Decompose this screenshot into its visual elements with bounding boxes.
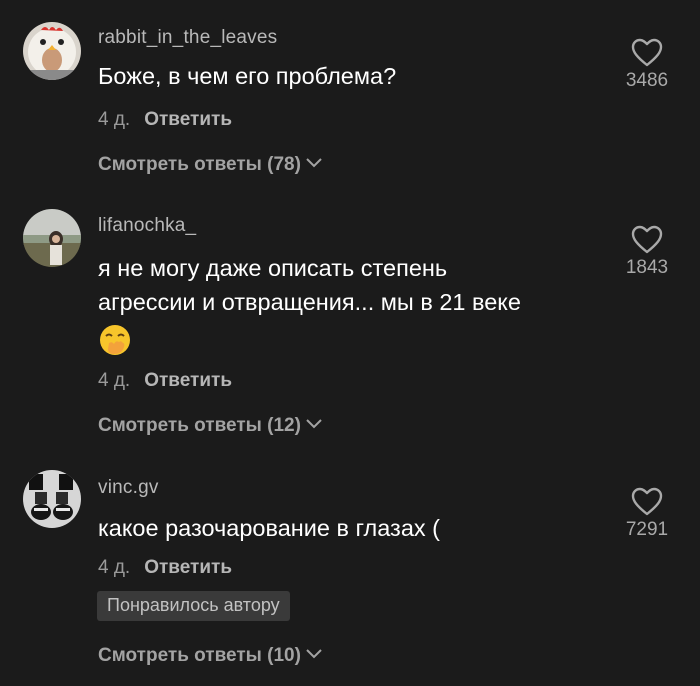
comment-time: 4 д. [98,557,131,578]
liked-by-creator-badge: Понравилось автору [97,591,290,621]
view-replies-label: Смотреть ответы (10) [98,645,301,666]
comment-meta: 4 д. Ответить [98,557,232,579]
heart-icon[interactable] [631,487,663,517]
view-replies-button[interactable]: Смотреть ответы (10) [98,645,323,667]
like-box: 7291 [610,487,684,541]
like-count: 7291 [625,519,669,540]
avatar[interactable] [23,470,81,528]
comment-item: vinc.gv какое разочарование в глазах ( 4… [0,0,700,686]
reply-button[interactable]: Ответить [144,557,232,578]
chevron-down-icon [306,649,322,659]
shoes-avatar-icon [23,470,81,528]
comment-text: какое разочарование в глазах ( [98,515,441,541]
comment-username[interactable]: vinc.gv [98,477,159,499]
